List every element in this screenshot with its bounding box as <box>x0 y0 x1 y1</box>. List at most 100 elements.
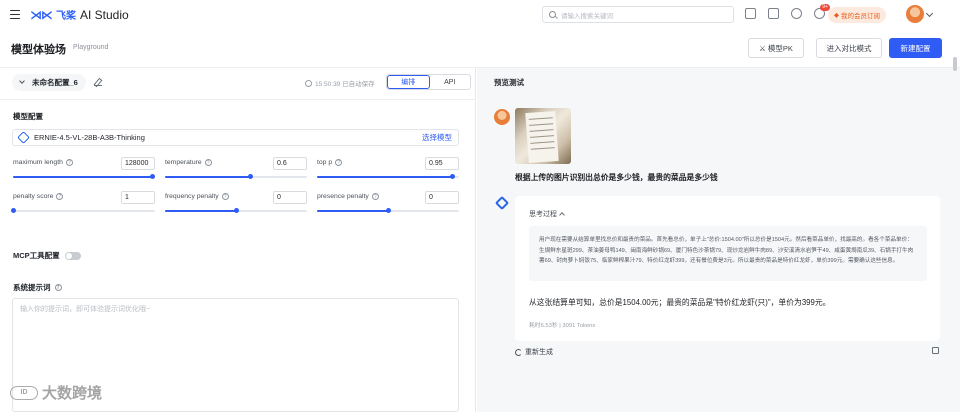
thinking-toggle[interactable]: 思考过程 <box>529 209 565 219</box>
receipt-line <box>530 141 555 144</box>
param-value-input[interactable]: 0 <box>273 191 307 204</box>
param-slider[interactable] <box>317 174 459 179</box>
thinking-content: 用户现在需要从结算单里找总价和最贵的菜品。首先看总价，单子上"总价:1504.0… <box>529 226 927 281</box>
regenerate-button[interactable]: 重新生成 <box>515 347 553 357</box>
param-label: maximum length? <box>13 159 73 166</box>
search-placeholder: 请输入搜索关键词 <box>561 12 613 20</box>
menu-icon[interactable] <box>10 10 20 19</box>
param-value-input[interactable]: 0 <box>425 191 459 204</box>
param-slider-fill <box>165 176 251 178</box>
param-temperature: temperature? 0.6 <box>165 157 307 187</box>
help-icon[interactable]: ? <box>371 193 379 200</box>
param-label-text: top p <box>317 159 333 166</box>
param-slider-handle[interactable] <box>386 208 391 213</box>
chevron-down-icon <box>19 78 25 84</box>
tab-api[interactable]: API <box>430 75 471 89</box>
param-slider-fill <box>317 210 388 212</box>
param-label-text: temperature <box>165 159 202 166</box>
clock-icon <box>305 79 312 87</box>
param-label: temperature? <box>165 159 212 166</box>
model-selector[interactable]: ERNIE-4.5-VL-28B-A3B-Thinking 选择模型 <box>12 129 459 146</box>
param-label-text: frequency penalty <box>165 193 219 200</box>
top-icons: 9+ <box>745 4 830 19</box>
compare-mode-button[interactable]: 进入对比模式 <box>816 38 882 58</box>
page-title: 模型体验场 <box>11 44 66 56</box>
mcp-toggle[interactable] <box>64 251 81 260</box>
help-icon[interactable]: ? <box>56 193 64 200</box>
model-config-title: 模型配置 <box>13 112 43 121</box>
help-icon[interactable]: ? <box>204 159 212 166</box>
help-icon[interactable]: ? <box>65 159 73 166</box>
chevron-down-icon[interactable] <box>925 9 934 18</box>
param-slider-handle[interactable] <box>248 174 254 179</box>
final-answer: 从这张结算单可知，总价是1504.00元；最贵的菜品是"特价红龙虾(只)"，单价… <box>529 298 831 307</box>
tab-edit[interactable]: 编排 <box>387 75 430 89</box>
param-label: presence penalty? <box>317 193 379 200</box>
param-slider-fill <box>13 176 153 178</box>
edit-icon[interactable] <box>94 78 102 86</box>
avatar[interactable] <box>906 5 924 23</box>
model-pk-button[interactable]: ⚔ 模型PK <box>748 38 804 58</box>
param-presence-penalty: presence penalty? 0 <box>317 191 459 221</box>
param-slider-handle[interactable] <box>11 208 16 213</box>
model-pk-label: 模型PK <box>767 43 793 53</box>
param-slider-handle[interactable] <box>150 174 156 179</box>
logo[interactable]: ⋊⋉ 飞桨 AI Studio <box>30 7 129 23</box>
member-label: 我的会员订阅 <box>841 13 880 20</box>
top-bar: ⋊⋉ 飞桨 AI Studio 请输入搜索关键词 9+ ◆ 我的会员订阅 <box>0 0 960 30</box>
help-icon[interactable]: ? <box>221 193 229 200</box>
receipt-line <box>529 129 554 132</box>
param-slider[interactable] <box>13 174 156 179</box>
thinking-label: 思考过程 <box>529 211 557 218</box>
page-header: 模型体验场 Playground ⚔ 模型PK 进入对比模式 新建配置 <box>0 30 960 68</box>
logo-cn: 飞桨 <box>56 11 76 22</box>
page-subtitle: Playground <box>73 44 109 51</box>
bot-icon <box>494 195 510 211</box>
monitor-icon[interactable] <box>768 8 779 19</box>
receipt-line <box>529 123 554 126</box>
preview-title: 预览测试 <box>494 78 524 87</box>
member-subscription-button[interactable]: ◆ 我的会员订阅 <box>828 7 886 23</box>
preview-panel: 预览测试 根据上传的图片识别出总价是多少钱，最贵的菜品是多少钱 思考过程 用户现… <box>477 68 960 412</box>
expand-icon[interactable] <box>745 8 756 19</box>
receipt-paper <box>525 111 559 163</box>
watermark: ID 大数跨境 <box>10 382 102 403</box>
param-slider[interactable] <box>165 174 307 179</box>
param-slider[interactable] <box>11 208 155 213</box>
param-slider[interactable] <box>165 208 307 213</box>
copy-icon[interactable] <box>932 347 939 354</box>
help-icon[interactable]: ? <box>335 159 343 166</box>
param-slider[interactable] <box>317 208 459 213</box>
param-value-input[interactable]: 0.6 <box>273 157 307 170</box>
help-icon[interactable]: ? <box>54 284 62 291</box>
param-maximum-length: maximum length? 128000 <box>13 157 156 187</box>
watermark-text: 大数跨境 <box>42 385 103 402</box>
help-icon[interactable] <box>791 8 802 19</box>
new-config-button[interactable]: 新建配置 <box>889 38 942 58</box>
param-label-text: presence penalty <box>317 193 369 200</box>
param-label: frequency penalty? <box>165 193 229 200</box>
receipt-line <box>528 117 553 120</box>
param-slider-fill <box>317 176 452 178</box>
param-slider-handle[interactable] <box>234 208 239 213</box>
uploaded-receipt-image[interactable] <box>515 108 571 164</box>
param-frequency-penalty: frequency penalty? 0 <box>165 191 307 221</box>
config-name-dropdown[interactable]: 未命名配置_6 <box>12 74 86 91</box>
param-value-input[interactable]: 128000 <box>121 157 155 170</box>
logo-mark: ⋊⋉ <box>30 7 53 22</box>
user-question: 根据上传的图片识别出总价是多少钱，最贵的菜品是多少钱 <box>515 173 718 182</box>
param-value-input[interactable]: 0.95 <box>425 157 459 170</box>
config-name: 未命名配置_6 <box>32 78 78 87</box>
search-input[interactable]: 请输入搜索关键词 <box>542 6 734 23</box>
bell-icon[interactable]: 9+ <box>814 4 830 19</box>
autosave-text: 15:50:39 已自动保存 <box>315 81 375 88</box>
config-panel: 未命名配置_6 15:50:39 已自动保存 编排 API 模型配置 ERNIE… <box>0 68 476 412</box>
select-model-link[interactable]: 选择模型 <box>422 132 452 143</box>
model-name: ERNIE-4.5-VL-28B-A3B-Thinking <box>34 133 145 142</box>
param-value-input[interactable]: 1 <box>121 191 155 204</box>
param-slider-handle[interactable] <box>449 174 455 179</box>
param-penalty-score: penalty score? 1 <box>11 191 155 221</box>
search-icon <box>549 11 556 18</box>
swords-icon: ⚔ <box>759 43 766 53</box>
scrollbar[interactable] <box>953 57 957 71</box>
